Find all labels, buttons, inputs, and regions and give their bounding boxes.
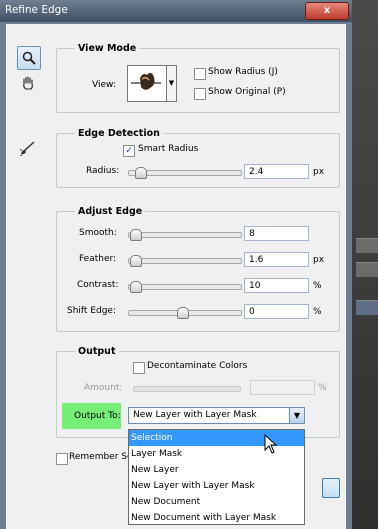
view-thumbnail-icon <box>131 72 161 90</box>
option-new-layer-with-layer-mask[interactable]: New Layer with Layer Mask <box>129 478 304 494</box>
chevron-down-icon[interactable]: ▼ <box>289 408 304 423</box>
chevron-down-icon: ▼ <box>166 66 176 101</box>
contrast-unit: % <box>313 281 322 291</box>
show-radius-label: Show Radius (J) <box>208 67 278 77</box>
decontaminate-label: Decontaminate Colors <box>147 361 248 371</box>
show-original-checkbox[interactable] <box>194 88 206 100</box>
shift-edge-unit: % <box>313 307 322 317</box>
remember-settings-checkbox[interactable] <box>56 453 68 465</box>
radius-label: Radius: <box>86 166 120 176</box>
window-title: Refine Edge <box>5 4 68 16</box>
amount-label: Amount: <box>84 383 123 393</box>
view-preview-dropdown[interactable]: ▼ <box>127 65 177 102</box>
smooth-slider-track[interactable] <box>128 232 242 238</box>
feather-label: Feather: <box>79 254 117 264</box>
radius-unit: px <box>313 167 325 177</box>
title-bar[interactable]: Refine Edge x <box>0 0 352 23</box>
hand-tool-button[interactable] <box>17 72 39 94</box>
smart-radius-label: Smart Radius <box>138 144 199 154</box>
contrast-label: Contrast: <box>77 280 119 290</box>
output-to-options-list: Selection Layer Mask New Layer New Layer… <box>128 429 305 525</box>
output-legend: Output <box>78 346 116 357</box>
close-icon: x <box>323 5 331 16</box>
smooth-label: Smooth: <box>79 228 117 238</box>
show-radius-checkbox[interactable] <box>194 68 206 80</box>
radius-slider-thumb[interactable] <box>135 167 147 179</box>
smart-radius-checkbox[interactable]: ✓ <box>123 145 135 157</box>
edge-detection-group: Edge Detection <box>56 128 340 188</box>
radius-input[interactable]: 2.4 <box>244 164 309 179</box>
amount-unit: % <box>318 383 327 393</box>
background-panel-row <box>356 262 378 277</box>
shift-edge-input[interactable]: 0 <box>244 304 309 319</box>
view-label: View: <box>92 80 116 90</box>
output-to-label: Output To: <box>74 411 121 421</box>
option-new-layer[interactable]: New Layer <box>129 462 304 478</box>
refine-brush-icon <box>19 141 35 156</box>
contrast-input[interactable]: 10 <box>244 278 309 293</box>
amount-slider-track <box>133 386 241 392</box>
feather-slider-track[interactable] <box>128 258 242 264</box>
option-new-document[interactable]: New Document <box>129 494 304 510</box>
background-panel-row <box>356 300 378 315</box>
contrast-slider-thumb[interactable] <box>130 281 142 293</box>
feather-unit: px <box>313 255 325 265</box>
view-mode-legend: View Mode <box>78 43 137 54</box>
ok-button[interactable] <box>322 478 340 498</box>
adjust-edge-legend: Adjust Edge <box>78 206 143 217</box>
remember-settings-label: Remember Se <box>69 452 133 462</box>
hand-icon <box>23 76 33 90</box>
feather-slider-thumb[interactable] <box>130 255 142 267</box>
edge-detection-legend: Edge Detection <box>78 128 160 139</box>
output-to-select[interactable]: New Layer with Layer Mask ▼ <box>128 407 305 424</box>
refine-radius-tool-button[interactable] <box>17 137 39 159</box>
feather-input[interactable]: 1.6 <box>244 252 309 267</box>
close-button[interactable]: x <box>305 2 349 20</box>
smooth-input[interactable]: 8 <box>244 226 309 241</box>
contrast-slider-track[interactable] <box>128 284 242 290</box>
decontaminate-checkbox[interactable] <box>133 362 145 374</box>
mouse-cursor-icon <box>264 434 278 454</box>
magnifier-icon <box>22 51 36 65</box>
shift-edge-label: Shift Edge: <box>67 306 116 316</box>
amount-input <box>250 380 315 395</box>
background-panel-row <box>356 238 378 253</box>
show-original-label: Show Original (P) <box>208 87 286 97</box>
shift-edge-slider-thumb[interactable] <box>177 307 189 319</box>
smooth-slider-thumb[interactable] <box>130 229 142 241</box>
zoom-tool-button[interactable] <box>17 46 41 70</box>
option-new-document-with-layer-mask[interactable]: New Document with Layer Mask <box>129 510 304 526</box>
output-to-value: New Layer with Layer Mask <box>133 410 257 420</box>
